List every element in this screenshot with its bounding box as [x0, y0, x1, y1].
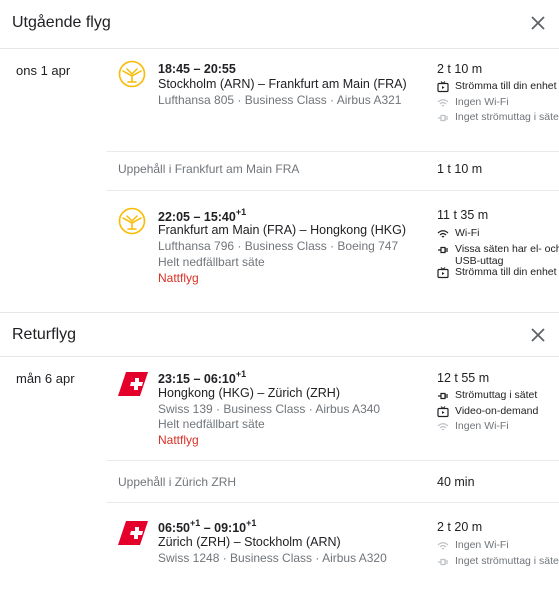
day-offset: +1: [235, 207, 247, 217]
lufthansa-logo-icon: [118, 60, 146, 88]
lufthansa-logo-icon: [118, 207, 146, 235]
amenity-power: Inget strömuttag i sätet: [437, 111, 559, 124]
return-header: Returflyg: [0, 312, 559, 360]
outbound-title: Utgående flyg: [12, 14, 111, 31]
tv-icon: [437, 406, 449, 418]
flight-duration: 11 t 35 m: [437, 208, 489, 222]
swiss-logo-icon: [118, 370, 148, 398]
amenity-text: Ingen Wi-Fi: [455, 96, 509, 108]
amenity-power: Inget strömuttag i sätet: [437, 555, 559, 568]
flight-meta: Lufthansa 796 · Business Class · Boeing …: [158, 239, 399, 253]
layover-duration: 40 min: [437, 475, 475, 489]
amenity-video: Video-on-demand: [437, 405, 559, 418]
flight-meta: Swiss 139 · Business Class · Airbus A340: [158, 402, 381, 416]
wifi-icon: [437, 99, 449, 107]
flight-route: Zürich (ZRH) – Stockholm (ARN): [158, 535, 341, 549]
swiss-logo-icon: [118, 519, 148, 547]
layover-divider: [106, 190, 559, 191]
outbound-date: ons 1 apr: [16, 63, 71, 78]
flight-route: Stockholm (ARN) – Frankfurt am Main (FRA…: [158, 77, 407, 91]
layover-divider: [106, 502, 559, 503]
amenity-streaming: Strömma till din enhet: [437, 80, 559, 93]
layover-divider: [106, 460, 559, 461]
wifi-icon: [437, 423, 449, 431]
layover-text: Uppehåll i Frankfurt am Main FRA: [118, 162, 300, 176]
flight-meta: Swiss 1248 · Business Class · Airbus A32…: [158, 551, 387, 565]
amenity-wifi: Wi-Fi: [437, 227, 559, 240]
layover-duration: 1 t 10 m: [437, 162, 483, 176]
return-title: Returflyg: [12, 326, 77, 343]
amenity-text: Inget strömuttag i sätet: [455, 111, 559, 123]
seat-info: Helt nedfällbart säte: [158, 417, 265, 431]
power-plug-icon: [438, 558, 448, 566]
amenity-power: Vissa säten har el- och USB-uttag: [437, 243, 559, 267]
flight-times: 06:50+1 – 09:10+1: [158, 518, 257, 536]
flight-times: 22:05 – 15:40+1: [158, 207, 247, 224]
flight-times: 18:45 – 20:55: [158, 62, 236, 76]
flight-duration: 2 t 10 m: [437, 62, 483, 76]
flight-duration: 12 t 55 m: [437, 371, 490, 385]
amenity-streaming: Strömma till din enhet: [437, 266, 559, 279]
flight-meta: Lufthansa 805 · Business Class · Airbus …: [158, 93, 402, 107]
layover-divider: [106, 151, 559, 152]
amenity-wifi: Ingen Wi-Fi: [437, 420, 559, 433]
return-section: Returflyg mån 6 apr 23:15 – 06:10+1 Hong…: [0, 312, 559, 600]
power-plug-icon: [438, 246, 448, 254]
flight-route: Hongkong (HKG) – Zürich (ZRH): [158, 386, 340, 400]
header-divider: [0, 48, 559, 49]
wifi-icon: [437, 542, 449, 550]
amenity-text: Inget strömuttag i sätet: [455, 555, 559, 567]
amenity-text: Vissa säten har el- och USB-uttag: [455, 243, 559, 267]
amenity-text: Strömuttag i sätet: [455, 389, 538, 401]
wifi-icon: [437, 230, 449, 238]
return-date: mån 6 apr: [16, 371, 75, 386]
overnight-flag: Nattflyg: [158, 271, 199, 285]
seat-info: Helt nedfällbart säte: [158, 255, 265, 269]
amenity-power: Strömuttag i sätet: [437, 389, 559, 402]
day-offset: +1: [189, 518, 201, 528]
day-offset: +1: [246, 518, 257, 528]
arrival-time: 09:10: [214, 521, 247, 536]
layover-text: Uppehåll i Zürich ZRH: [118, 475, 237, 489]
amenity-wifi: Ingen Wi-Fi: [437, 96, 559, 109]
tv-icon: [437, 81, 449, 93]
power-plug-icon: [438, 114, 448, 122]
amenity-text: Strömma till din enhet: [455, 266, 557, 278]
amenity-wifi: Ingen Wi-Fi: [437, 539, 559, 552]
outbound-section: Utgående flyg ons 1 apr 18:45 – 20:55 St…: [0, 0, 559, 305]
flight-times-text: 23:15 – 06:10: [158, 372, 236, 387]
overnight-flag: Nattflyg: [158, 433, 199, 447]
day-offset: +1: [235, 369, 247, 379]
amenity-text: Video-on-demand: [455, 405, 539, 417]
departure-time: 06:50: [158, 521, 190, 536]
flight-route: Frankfurt am Main (FRA) – Hongkong (HKG): [158, 223, 406, 237]
amenity-text: Strömma till din enhet: [455, 80, 557, 92]
power-plug-icon: [438, 392, 448, 400]
flight-times: 23:15 – 06:10+1: [158, 369, 247, 387]
outbound-header: Utgående flyg: [0, 0, 559, 48]
close-icon[interactable]: [529, 14, 547, 32]
amenity-text: Ingen Wi-Fi: [455, 539, 509, 551]
flight-duration: 2 t 20 m: [437, 520, 483, 534]
amenity-text: Ingen Wi-Fi: [455, 420, 509, 432]
amenity-text: Wi-Fi: [455, 227, 480, 239]
close-icon[interactable]: [529, 326, 547, 344]
tv-icon: [437, 267, 449, 279]
header-divider: [0, 356, 559, 357]
